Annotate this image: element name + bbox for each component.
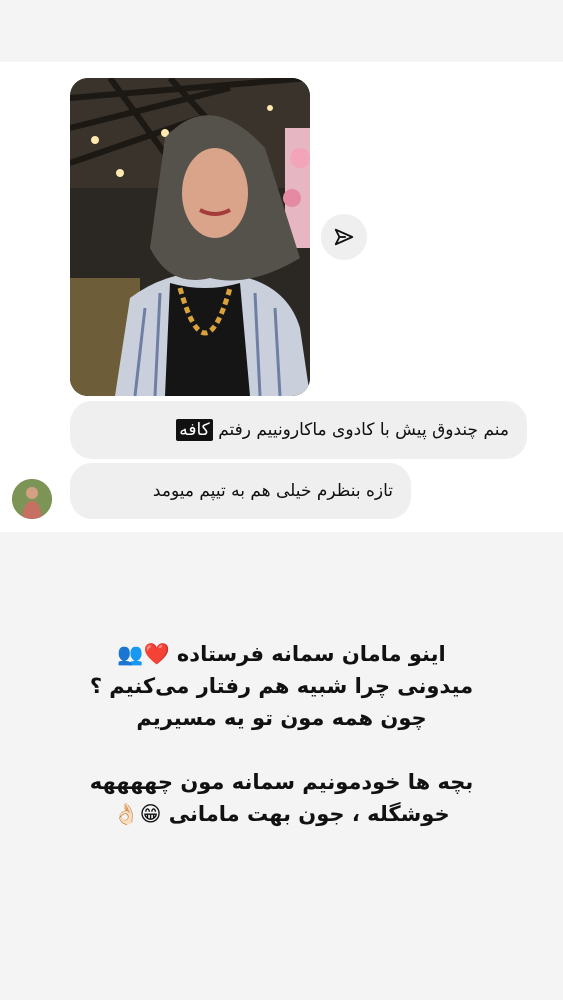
message-text: منم چندوق پیش با کادوی ماکارونییم رفتم (218, 420, 509, 440)
message-bubble[interactable]: تازه بنظرم خیلی هم به تیپم میومد (70, 463, 411, 519)
avatar-image (12, 479, 52, 519)
share-button[interactable] (321, 214, 367, 260)
caption-line: بچه ها خودمونیم سمانه مون چههههه (89, 770, 474, 794)
caption-line: چون همه مون تو یه مسیریم (136, 706, 427, 730)
story-caption: اینو مامان سمانه فرستاده ❤️👥 میدونی چرا … (40, 638, 523, 830)
caption-line: اینو مامان سمانه فرستاده ❤️👥 (117, 642, 446, 666)
caption-line: خوشگله ، جون بهت مامانی 😁👌🏻 (113, 802, 450, 826)
shared-photo[interactable] (70, 78, 310, 396)
highlighted-word: کافه (176, 419, 213, 441)
message-bubble[interactable]: منم چندوق پیش با کادوی ماکارونییم رفتم ک… (70, 401, 527, 459)
message-text: تازه بنظرم خیلی هم به تیپم میومد (152, 481, 393, 501)
avatar[interactable] (12, 479, 52, 519)
photo-illustration (70, 78, 310, 396)
caption-line: میدونی چرا شبیه هم رفتار می‌کنیم ؟ (89, 674, 474, 698)
send-icon (334, 228, 354, 246)
